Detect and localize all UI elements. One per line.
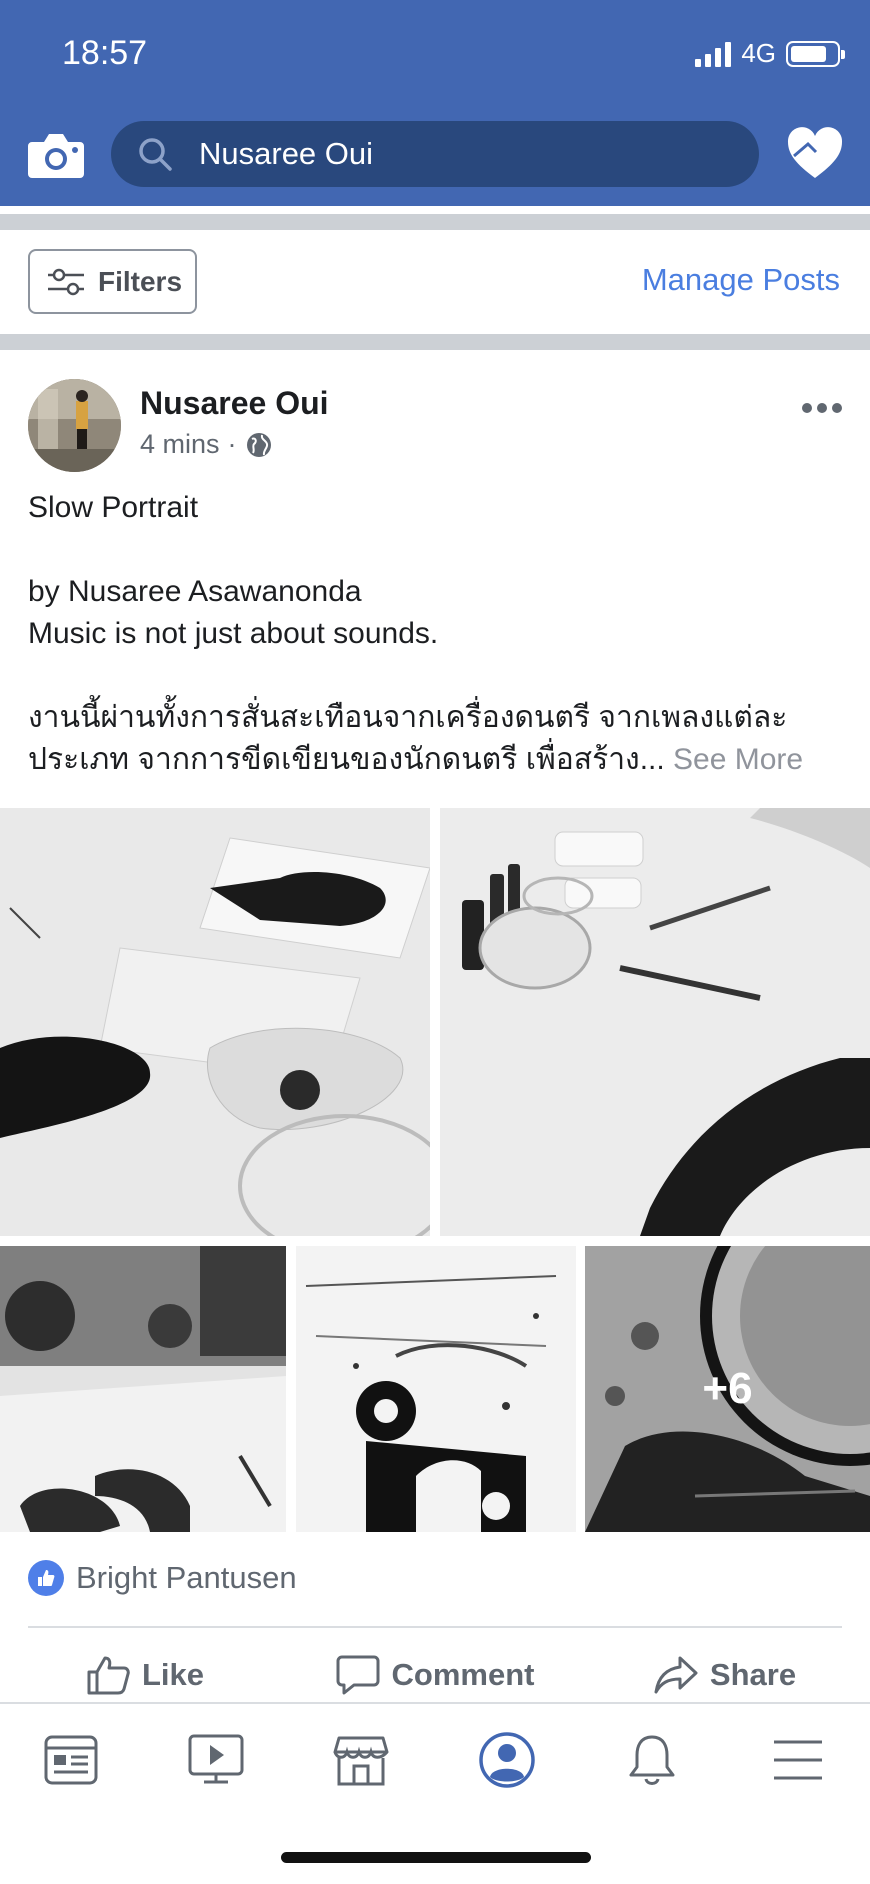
search-query: Nusaree Oui (199, 136, 374, 171)
more-options-icon[interactable] (802, 399, 846, 417)
more-photos-overlay[interactable]: +6 (585, 1246, 870, 1532)
section-divider (0, 214, 870, 230)
section-divider (0, 334, 870, 350)
network-label: 4G (741, 38, 776, 68)
post-photo-2[interactable] (440, 808, 870, 1236)
post-actions: Like Comment Share (0, 1640, 870, 1710)
post-text: Slow Portrait by Nusaree Asawanonda Musi… (28, 487, 848, 781)
post-title-line: Slow Portrait (28, 491, 199, 524)
status-time: 18:57 (62, 34, 148, 72)
like-label: Like (141, 1657, 205, 1692)
filters-icon (48, 268, 84, 295)
post-line: ประเภท จากการขีดเขียนของนักดนตรี เพื่อสร… (28, 739, 848, 781)
post-author[interactable]: Nusaree Oui (140, 385, 329, 422)
heart-icon[interactable] (786, 126, 844, 180)
filters-label: Filters (98, 265, 183, 297)
camera-icon[interactable] (28, 130, 84, 178)
post-photo-5[interactable]: +6 (585, 1246, 870, 1532)
meta-separator: · (227, 429, 237, 459)
post-photo-4[interactable] (296, 1246, 576, 1532)
post-meta: 4 mins · (140, 429, 273, 460)
comment-icon (336, 1655, 380, 1695)
actions-divider (28, 1626, 842, 1628)
share-button[interactable]: Share (580, 1640, 870, 1710)
watch-icon[interactable] (186, 1730, 246, 1790)
like-button[interactable]: Like (0, 1640, 290, 1710)
news-feed-icon[interactable] (41, 1730, 101, 1790)
reaction-name: Bright Pantusen (76, 1560, 297, 1595)
post-photo-3[interactable] (0, 1246, 286, 1532)
reaction-summary[interactable]: Bright Pantusen (28, 1560, 297, 1596)
avatar[interactable] (28, 379, 121, 472)
status-indicators: 4G (695, 38, 845, 69)
battery-icon (786, 40, 845, 67)
post-time[interactable]: 4 mins (140, 429, 220, 460)
signal-icon (695, 41, 732, 67)
profile-icon[interactable] (477, 1730, 537, 1790)
like-reaction-icon (28, 1560, 64, 1596)
notifications-icon[interactable] (622, 1730, 682, 1790)
post-line: by Nusaree Asawanonda (28, 575, 362, 608)
home-indicator[interactable] (281, 1852, 591, 1863)
comment-button[interactable]: Comment (290, 1640, 580, 1710)
manage-posts-link[interactable]: Manage Posts (642, 262, 840, 298)
search-input[interactable]: Nusaree Oui (111, 121, 759, 187)
search-icon (139, 138, 172, 171)
thumbs-up-icon (87, 1656, 130, 1695)
see-more-link[interactable]: See More (673, 743, 803, 776)
post-photo-1[interactable] (0, 808, 430, 1236)
post-line: Music is not just about sounds. (28, 617, 439, 650)
globe-icon (246, 432, 271, 457)
filters-button[interactable]: Filters (28, 249, 197, 314)
top-header: 18:57 4G Nusaree Oui (0, 0, 870, 206)
menu-icon[interactable] (768, 1730, 828, 1790)
marketplace-icon[interactable] (331, 1730, 391, 1790)
post-line-text: ประเภท จากการขีดเขียนของนักดนตรี เพื่อสร… (28, 743, 665, 776)
comment-label: Comment (391, 1657, 535, 1692)
share-label: Share (709, 1657, 797, 1692)
post-line: งานนี้ผ่านทั้งการสั่นสะเทือนจากเครื่องดน… (28, 701, 788, 734)
share-icon (654, 1656, 698, 1694)
